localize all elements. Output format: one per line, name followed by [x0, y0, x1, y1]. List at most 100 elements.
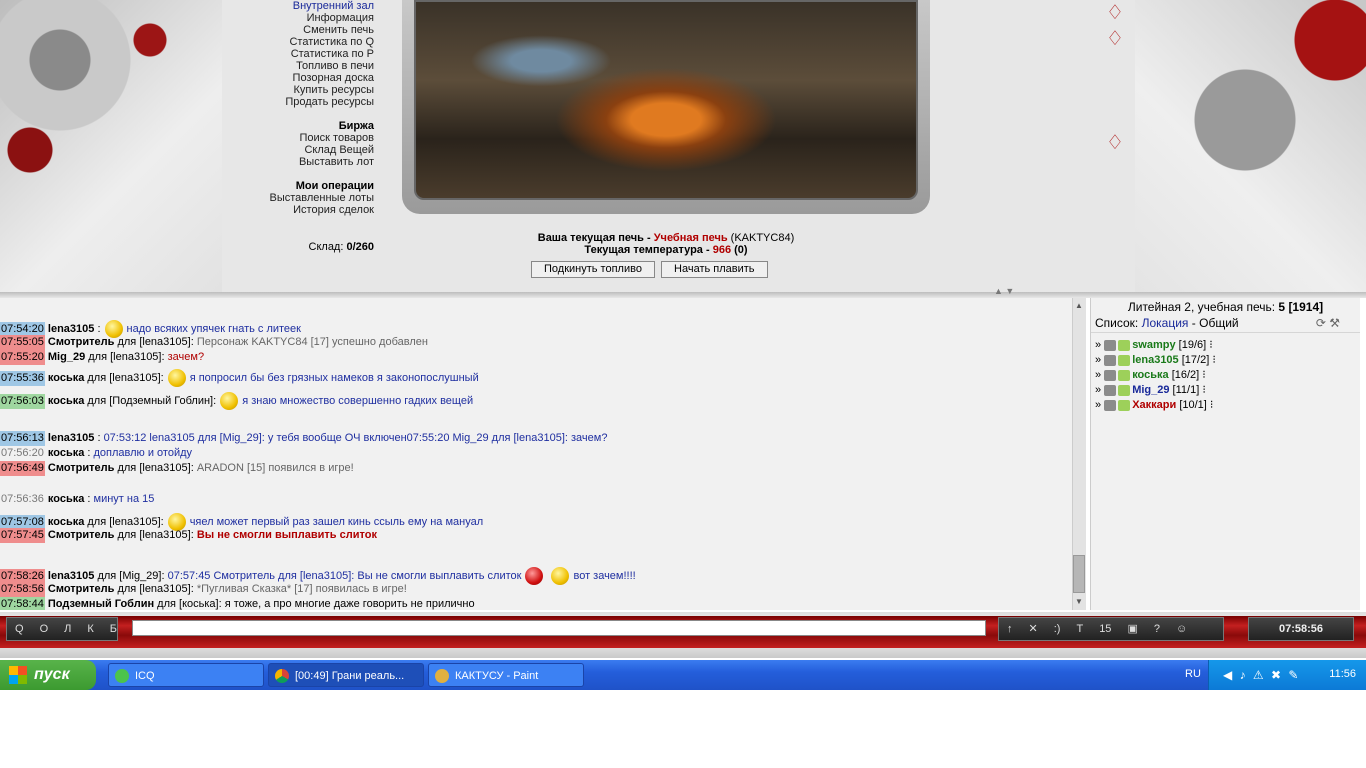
scroll-thumb[interactable] [1073, 555, 1085, 593]
message-author[interactable]: Смотритель [48, 529, 115, 541]
toolbar-button[interactable]: ↑ [999, 618, 1021, 640]
user-name[interactable]: swampy [1132, 339, 1175, 351]
menu-item[interactable]: Поиск товаров [226, 132, 375, 144]
message-target[interactable]: для [lena3105]: [117, 462, 193, 474]
menu-item[interactable]: Информация [226, 12, 374, 24]
info-icon[interactable]: ⁝ [1207, 399, 1214, 411]
toolbar-button[interactable]: T [1068, 618, 1091, 640]
chat-message: 07:56:03 коська для [Подземный Гоблин]: я… [0, 392, 473, 410]
start-smelt-button[interactable]: Начать плавить [661, 261, 768, 278]
tray-icons[interactable]: ◀ ♪ ⚠ ✖ ✎ [1223, 668, 1300, 682]
task-browser[interactable]: [00:49] Грани реаль... [268, 663, 424, 687]
menu-item[interactable]: Топливо в печи [226, 60, 374, 72]
expand-icon[interactable]: » [1095, 369, 1104, 381]
user-row[interactable]: » коська [16/2] ⁝ [1095, 368, 1206, 381]
message-author[interactable]: коська [48, 493, 84, 505]
user-row[interactable]: » Хаккари [10/1] ⁝ [1095, 398, 1213, 411]
message-author[interactable]: Смотритель [48, 462, 115, 474]
menu-item[interactable]: Склад Вещей [226, 144, 374, 156]
message-author[interactable]: lena3105 [48, 570, 94, 582]
menu-item[interactable]: Статистика по Q [226, 36, 374, 48]
toolbar-button[interactable]: :) [1046, 618, 1069, 640]
menu-item[interactable]: Выставленные лоты [226, 192, 375, 204]
message-author[interactable]: коська [48, 516, 84, 528]
message-author[interactable]: lena3105 [48, 432, 94, 444]
user-row[interactable]: » swampy [19/6] ⁝ [1095, 338, 1213, 351]
menu-item[interactable]: Выставить лот [226, 156, 374, 168]
chat-input-bar: QОЛКБ ↑ ✕:) T 15 ▣? ☺ 07:58:56 [0, 612, 1366, 658]
expand-icon[interactable]: » [1095, 399, 1104, 411]
message-tail: вот зачем!!!! [573, 569, 636, 582]
message-author[interactable]: lena3105 [48, 323, 94, 335]
refresh-icon[interactable]: ⟳ ⚒ [1316, 316, 1340, 330]
info-icon[interactable]: ⁝ [1199, 369, 1206, 381]
expand-icon[interactable]: » [1095, 384, 1104, 396]
taskbar: пуск ICQ [00:49] Грани реаль... КАКТУСУ … [0, 660, 1366, 690]
message-author[interactable]: коська [48, 372, 84, 384]
user-name[interactable]: Mig_29 [1132, 384, 1169, 396]
menu-item[interactable]: История сделок [226, 204, 374, 216]
icq-flower-icon [115, 669, 129, 683]
language-indicator[interactable]: RU [1185, 668, 1201, 680]
toolbar-button[interactable]: Б [102, 618, 125, 640]
message-author[interactable]: Смотритель [48, 336, 115, 348]
list-general-link[interactable]: Общий [1199, 316, 1239, 330]
smiley-icon [167, 369, 186, 387]
resize-arrows-icon[interactable]: ▲ ▼ [994, 286, 1024, 296]
message-target[interactable]: для [Подземный Гоблин]: [87, 395, 216, 407]
toolbar-button[interactable]: О [32, 618, 57, 640]
message-target[interactable]: для [коська]: [157, 598, 221, 610]
furnace-owner: (KAKTYC84) [730, 232, 795, 244]
expand-icon[interactable]: » [1095, 339, 1104, 351]
message-author[interactable]: коська [48, 395, 84, 407]
info-icon[interactable]: ⁝ [1209, 354, 1216, 366]
message-author[interactable]: коська [48, 447, 84, 459]
toolbar-button[interactable]: ? [1146, 618, 1168, 640]
menu-item[interactable]: Купить ресурсы [226, 84, 374, 96]
toolbar-button[interactable]: 15 [1091, 618, 1119, 640]
location-panel: Литейная 2, учебная печь: 5 [1914] Списо… [1090, 298, 1360, 610]
user-name[interactable]: Хаккари [1132, 399, 1176, 411]
menu-item[interactable]: Сменить печь [226, 24, 374, 36]
user-row[interactable]: » lena3105 [17/2] ⁝ [1095, 353, 1216, 366]
task-icq[interactable]: ICQ [108, 663, 264, 687]
menu-item[interactable]: Внутренний зал [226, 0, 374, 12]
info-icon[interactable]: ⁝ [1199, 384, 1206, 396]
scroll-up-icon[interactable]: ▲ [1074, 301, 1084, 311]
clan-icon [1104, 369, 1117, 381]
toolbar-button[interactable]: К [79, 618, 101, 640]
user-name[interactable]: lena3105 [1132, 354, 1178, 366]
add-fuel-button[interactable]: Подкинуть топливо [531, 261, 655, 278]
chat-message: 07:55:05 Смотритель для [lena3105]: Перс… [0, 335, 428, 350]
message-target[interactable]: для [lena3105]: [87, 516, 163, 528]
toolbar-button[interactable]: ✕ [1021, 618, 1046, 640]
message-target[interactable]: для [lena3105]: [117, 529, 193, 541]
list-location-link[interactable]: Локация [1142, 316, 1189, 330]
message-author[interactable]: Mig_29 [48, 351, 85, 363]
message-target[interactable]: для [lena3105]: [88, 351, 164, 363]
scroll-down-icon[interactable]: ▼ [1074, 597, 1084, 607]
menu-item[interactable]: Позорная доска [226, 72, 374, 84]
message-time: 07:58:44 [0, 597, 45, 610]
chat-input[interactable] [132, 620, 986, 636]
system-tray: ◀ ♪ ⚠ ✖ ✎ 11:56 [1208, 660, 1366, 690]
message-target[interactable]: для [lena3105]: [87, 372, 163, 384]
message-author[interactable]: Смотритель [48, 583, 115, 595]
toolbar-button[interactable]: ▣ [1119, 618, 1145, 640]
user-name[interactable]: коська [1132, 369, 1168, 381]
task-paint[interactable]: КАКТУСУ - Paint [428, 663, 584, 687]
message-target[interactable]: для [Mig_29]: [97, 570, 164, 582]
message-target[interactable]: для [lena3105]: [117, 336, 193, 348]
toolbar-button[interactable]: ☺ [1168, 618, 1195, 640]
message-target[interactable]: для [lena3105]: [117, 583, 193, 595]
info-icon[interactable]: ⁝ [1206, 339, 1213, 351]
expand-icon[interactable]: » [1095, 354, 1104, 366]
toolbar-button[interactable]: Q [7, 618, 32, 640]
menu-item[interactable]: Статистика по P [226, 48, 374, 60]
menu-item[interactable]: Продать ресурсы [226, 96, 374, 108]
message-author[interactable]: Подземный Гоблин [48, 598, 154, 610]
toolbar-button[interactable]: Л [56, 618, 79, 640]
start-button[interactable]: пуск [0, 660, 96, 690]
message-text: ARADON [15] появился в игре! [196, 462, 354, 474]
user-row[interactable]: » Mig_29 [11/1] ⁝ [1095, 383, 1206, 396]
